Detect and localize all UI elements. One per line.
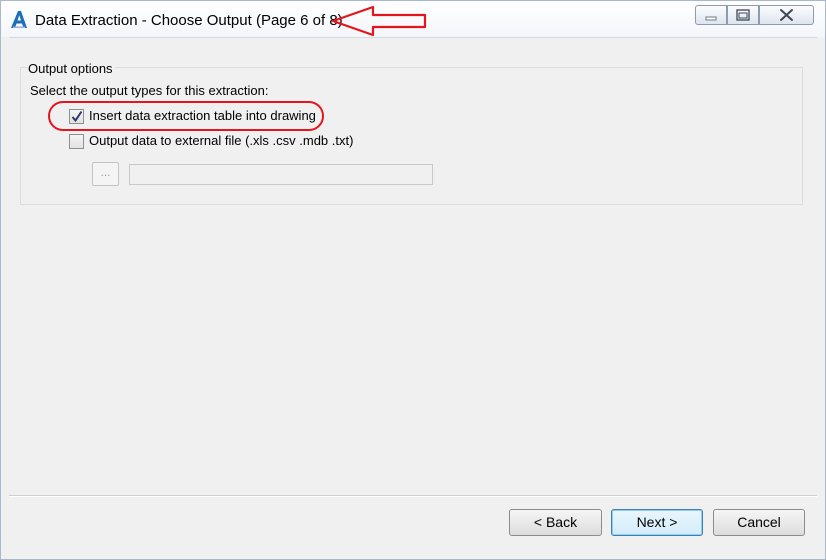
close-button[interactable] <box>759 5 814 25</box>
title-bar[interactable]: Data Extraction - Choose Output (Page 6 … <box>1 1 825 37</box>
red-highlight-annotation <box>48 101 324 131</box>
next-button[interactable]: Next > <box>611 509 703 536</box>
output-file-label: Output data to external file (.xls .csv … <box>89 133 354 148</box>
footer-divider-highlight <box>9 496 817 497</box>
window-title: Data Extraction - Choose Output (Page 6 … <box>35 12 343 29</box>
dialog-body: Output options Select the output types f… <box>9 37 817 553</box>
close-icon <box>780 9 793 21</box>
minimize-icon <box>705 16 717 21</box>
maximize-button[interactable] <box>727 5 759 25</box>
back-button[interactable]: < Back <box>509 509 602 536</box>
file-path-input[interactable] <box>129 164 433 185</box>
window-controls <box>695 5 817 27</box>
maximize-icon <box>736 9 750 21</box>
group-title: Output options <box>28 61 115 76</box>
divider <box>9 37 817 38</box>
output-file-checkbox[interactable] <box>69 134 84 149</box>
autocad-a-icon <box>10 10 28 30</box>
red-arrow-annotation-icon <box>331 5 429 40</box>
output-prompt: Select the output types for this extract… <box>30 83 269 98</box>
cancel-button[interactable]: Cancel <box>713 509 805 536</box>
minimize-button[interactable] <box>695 5 727 25</box>
browse-button[interactable]: ... <box>92 162 119 186</box>
dialog-window: Data Extraction - Choose Output (Page 6 … <box>0 0 826 560</box>
